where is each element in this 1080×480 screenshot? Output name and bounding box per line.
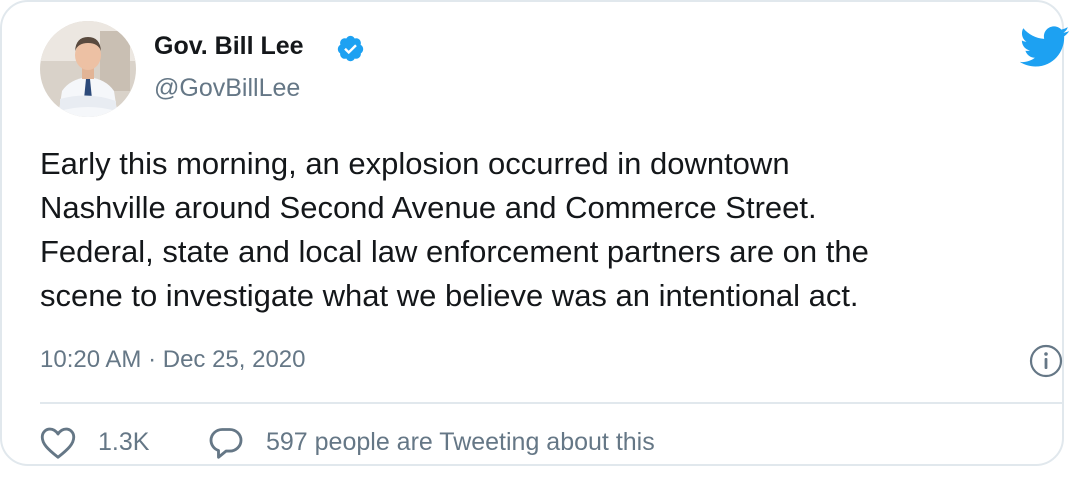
info-icon[interactable] [1029, 344, 1063, 378]
avatar-photo [40, 21, 136, 117]
divider [40, 402, 1064, 404]
author-handle[interactable]: @GovBillLee [154, 74, 300, 103]
speech-bubble-icon[interactable] [208, 426, 244, 460]
author-display-name[interactable]: Gov. Bill Lee [154, 32, 304, 61]
verified-badge-icon [337, 35, 364, 62]
tweet-text: Early this morning, an explosion occurre… [40, 146, 869, 313]
avatar[interactable] [40, 21, 136, 117]
discussion-link[interactable]: 597 people are Tweeting about this [266, 428, 655, 457]
like-count[interactable]: 1.3K [98, 428, 149, 457]
twitter-bird-icon[interactable] [1020, 26, 1070, 68]
tweet-card: Gov. Bill Lee @GovBillLee Early this mor… [0, 0, 1070, 466]
tweet-timestamp[interactable]: 10:20 AM · Dec 25, 2020 [40, 346, 306, 374]
heart-icon[interactable] [40, 426, 76, 460]
